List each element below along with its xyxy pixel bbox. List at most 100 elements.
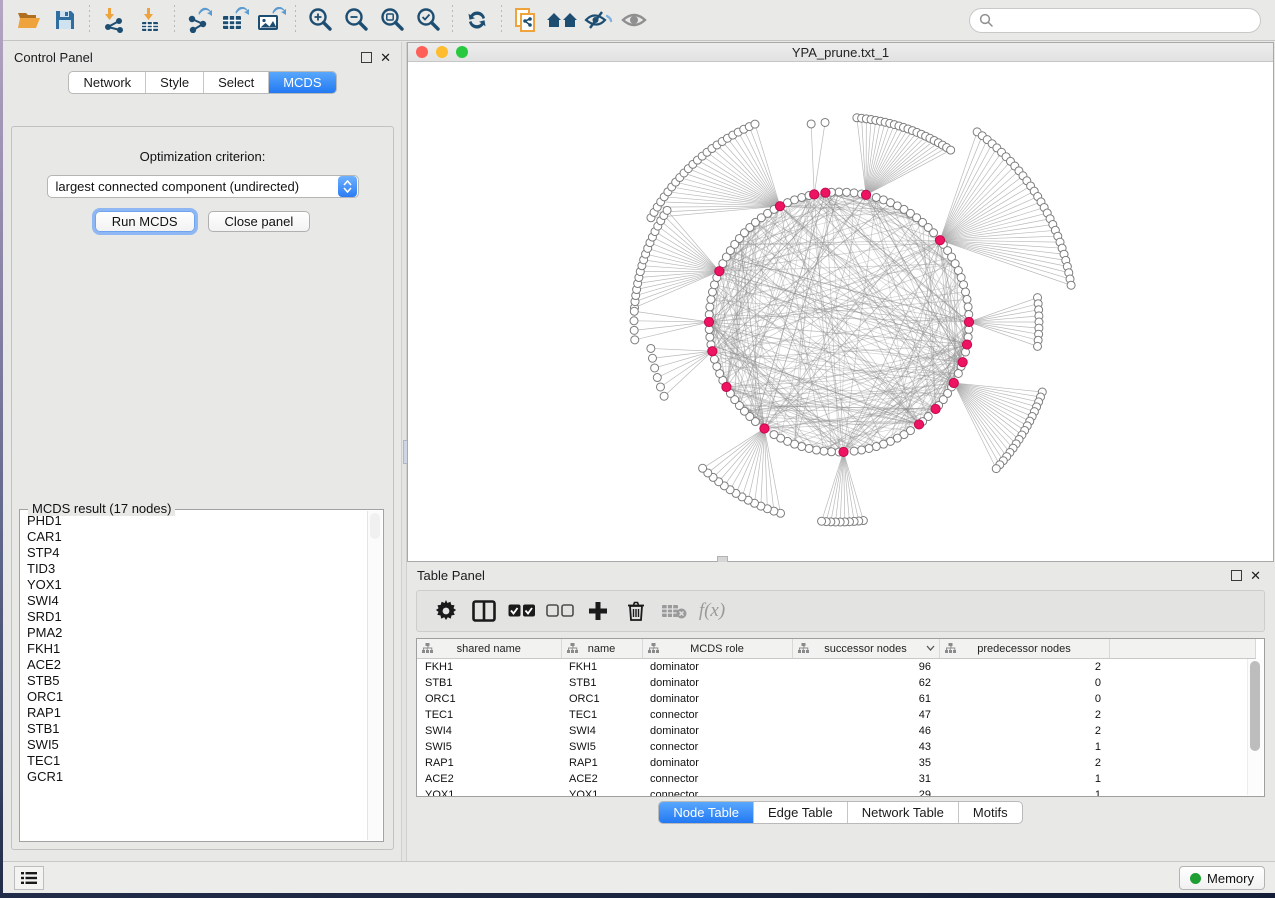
import-table-icon[interactable] <box>132 4 168 36</box>
toolbar-separator <box>174 5 175 35</box>
memory-label: Memory <box>1207 871 1254 886</box>
close-panel-icon[interactable]: ✕ <box>380 53 391 62</box>
select-all-icon[interactable] <box>503 594 541 628</box>
optimization-criterion-value: largest connected component (undirected) <box>48 179 338 194</box>
task-list-icon[interactable] <box>14 866 44 890</box>
main-toolbar <box>3 0 1275 41</box>
table-tab-edge-table[interactable]: Edge Table <box>754 802 848 823</box>
mcds-result-item[interactable]: TID3 <box>27 561 367 577</box>
search-icon <box>979 13 994 28</box>
deselect-all-icon[interactable] <box>541 594 579 628</box>
mcds-result-item[interactable]: ORC1 <box>27 689 367 705</box>
combo-stepper-icon <box>338 176 357 197</box>
mcds-tab-content: Optimization criterion: largest connecte… <box>11 126 394 850</box>
duplicate-network-icon[interactable] <box>508 4 544 36</box>
table-row[interactable]: RAP1RAP1dominator352 <box>417 755 1256 771</box>
tab-style[interactable]: Style <box>146 72 204 93</box>
table-row[interactable]: YOX1YOX1connector291 <box>417 787 1256 797</box>
column-header-name[interactable]: name <box>561 639 642 659</box>
table-tab-motifs[interactable]: Motifs <box>959 802 1022 823</box>
function-icon-label: f(x) <box>699 600 725 622</box>
mcds-result-item[interactable]: STB5 <box>27 673 367 689</box>
network-canvas[interactable] <box>408 62 1273 561</box>
export-image-icon[interactable] <box>253 4 289 36</box>
table-row[interactable]: SWI5SWI5connector431 <box>417 739 1256 755</box>
gear-icon[interactable] <box>427 594 465 628</box>
table-panel: Table Panel ✕ <box>407 562 1274 862</box>
table-row[interactable]: STB1STB1dominator620 <box>417 675 1256 691</box>
control-panel-title: Control Panel <box>14 50 93 65</box>
zoom-out-icon[interactable] <box>338 4 374 36</box>
mcds-result-list[interactable]: PHD1CAR1STP4TID3YOX1SWI4SRD1PMA2FKH1ACE2… <box>21 513 367 840</box>
mcds-result-item[interactable]: STB1 <box>27 721 367 737</box>
column-header-shared-name[interactable]: shared name <box>417 639 561 659</box>
column-header-MCDS-role[interactable]: MCDS role <box>642 639 792 659</box>
show-all-icon[interactable] <box>616 4 652 36</box>
mcds-result-item[interactable]: STP4 <box>27 545 367 561</box>
mcds-result-item[interactable]: YOX1 <box>27 577 367 593</box>
first-neighbors-icon[interactable] <box>544 4 580 36</box>
delete-table-icon[interactable] <box>655 594 693 628</box>
toolbar-separator <box>452 5 453 35</box>
table-tab-node-table[interactable]: Node Table <box>659 802 754 823</box>
refresh-icon[interactable] <box>459 4 495 36</box>
mcds-result-item[interactable]: TEC1 <box>27 753 367 769</box>
import-network-icon[interactable] <box>96 4 132 36</box>
zoom-in-icon[interactable] <box>302 4 338 36</box>
result-scrollbar[interactable] <box>367 511 382 840</box>
table-scrollbar[interactable] <box>1247 659 1263 795</box>
float-table-panel-icon[interactable] <box>1231 570 1242 581</box>
table-row[interactable]: TEC1TEC1connector472 <box>417 707 1256 723</box>
tab-network[interactable]: Network <box>69 72 146 93</box>
search-input[interactable] <box>969 8 1261 33</box>
split-panel-icon[interactable] <box>465 594 503 628</box>
zoom-fit-icon[interactable] <box>374 4 410 36</box>
network-window-title: YPA_prune.txt_1 <box>408 45 1273 60</box>
mcds-result-item[interactable]: CAR1 <box>27 529 367 545</box>
add-column-icon[interactable] <box>579 594 617 628</box>
function-icon[interactable]: f(x) <box>693 594 731 628</box>
toolbar-separator <box>501 5 502 35</box>
close-panel-button[interactable]: Close panel <box>208 211 311 232</box>
network-window-titlebar: YPA_prune.txt_1 <box>408 43 1273 62</box>
table-row[interactable]: FKH1FKH1dominator962 <box>417 659 1256 676</box>
mcds-result-item[interactable]: SWI5 <box>27 737 367 753</box>
toolbar-separator <box>89 5 90 35</box>
mcds-result-item[interactable]: SRD1 <box>27 609 367 625</box>
delete-column-icon[interactable] <box>617 594 655 628</box>
table-scrollbar-thumb[interactable] <box>1250 661 1260 751</box>
column-header-predecessor-nodes[interactable]: predecessor nodes <box>939 639 1109 659</box>
table-row[interactable]: ACE2ACE2connector311 <box>417 771 1256 787</box>
float-panel-icon[interactable] <box>361 52 372 63</box>
mcds-result-item[interactable]: SWI4 <box>27 593 367 609</box>
export-table-icon[interactable] <box>217 4 253 36</box>
mcds-result-item[interactable]: GCR1 <box>27 769 367 785</box>
optimization-criterion-select[interactable]: largest connected component (undirected) <box>47 175 359 198</box>
memory-status-icon <box>1190 873 1201 884</box>
mcds-result-item[interactable]: PHD1 <box>27 513 367 529</box>
table-row[interactable]: SWI4SWI4dominator462 <box>417 723 1256 739</box>
mcds-result-item[interactable]: FKH1 <box>27 641 367 657</box>
toolbar-separator <box>295 5 296 35</box>
table-tab-network-table[interactable]: Network Table <box>848 802 959 823</box>
mcds-result-item[interactable]: RAP1 <box>27 705 367 721</box>
open-file-icon[interactable] <box>11 4 47 36</box>
hide-selected-icon[interactable] <box>580 4 616 36</box>
table-row[interactable]: ORC1ORC1dominator610 <box>417 691 1256 707</box>
table-panel-title: Table Panel <box>417 568 485 583</box>
save-session-icon[interactable] <box>47 4 83 36</box>
network-view-panel: YPA_prune.txt_1 <box>407 42 1274 562</box>
tab-select[interactable]: Select <box>204 72 269 93</box>
mcds-result-item[interactable]: PMA2 <box>27 625 367 641</box>
export-network-icon[interactable] <box>181 4 217 36</box>
status-bar: Memory <box>3 861 1275 893</box>
node-table: shared namenameMCDS rolesuccessor nodesp… <box>416 638 1265 797</box>
column-header-successor-nodes[interactable]: successor nodes <box>792 639 939 659</box>
mcds-result-box: MCDS result (17 nodes) PHD1CAR1STP4TID3Y… <box>19 509 384 842</box>
memory-button[interactable]: Memory <box>1179 866 1265 890</box>
close-table-panel-icon[interactable]: ✕ <box>1250 571 1261 580</box>
mcds-result-item[interactable]: ACE2 <box>27 657 367 673</box>
zoom-selected-icon[interactable] <box>410 4 446 36</box>
tab-mcds[interactable]: MCDS <box>269 72 335 93</box>
run-mcds-button[interactable]: Run MCDS <box>95 211 195 232</box>
